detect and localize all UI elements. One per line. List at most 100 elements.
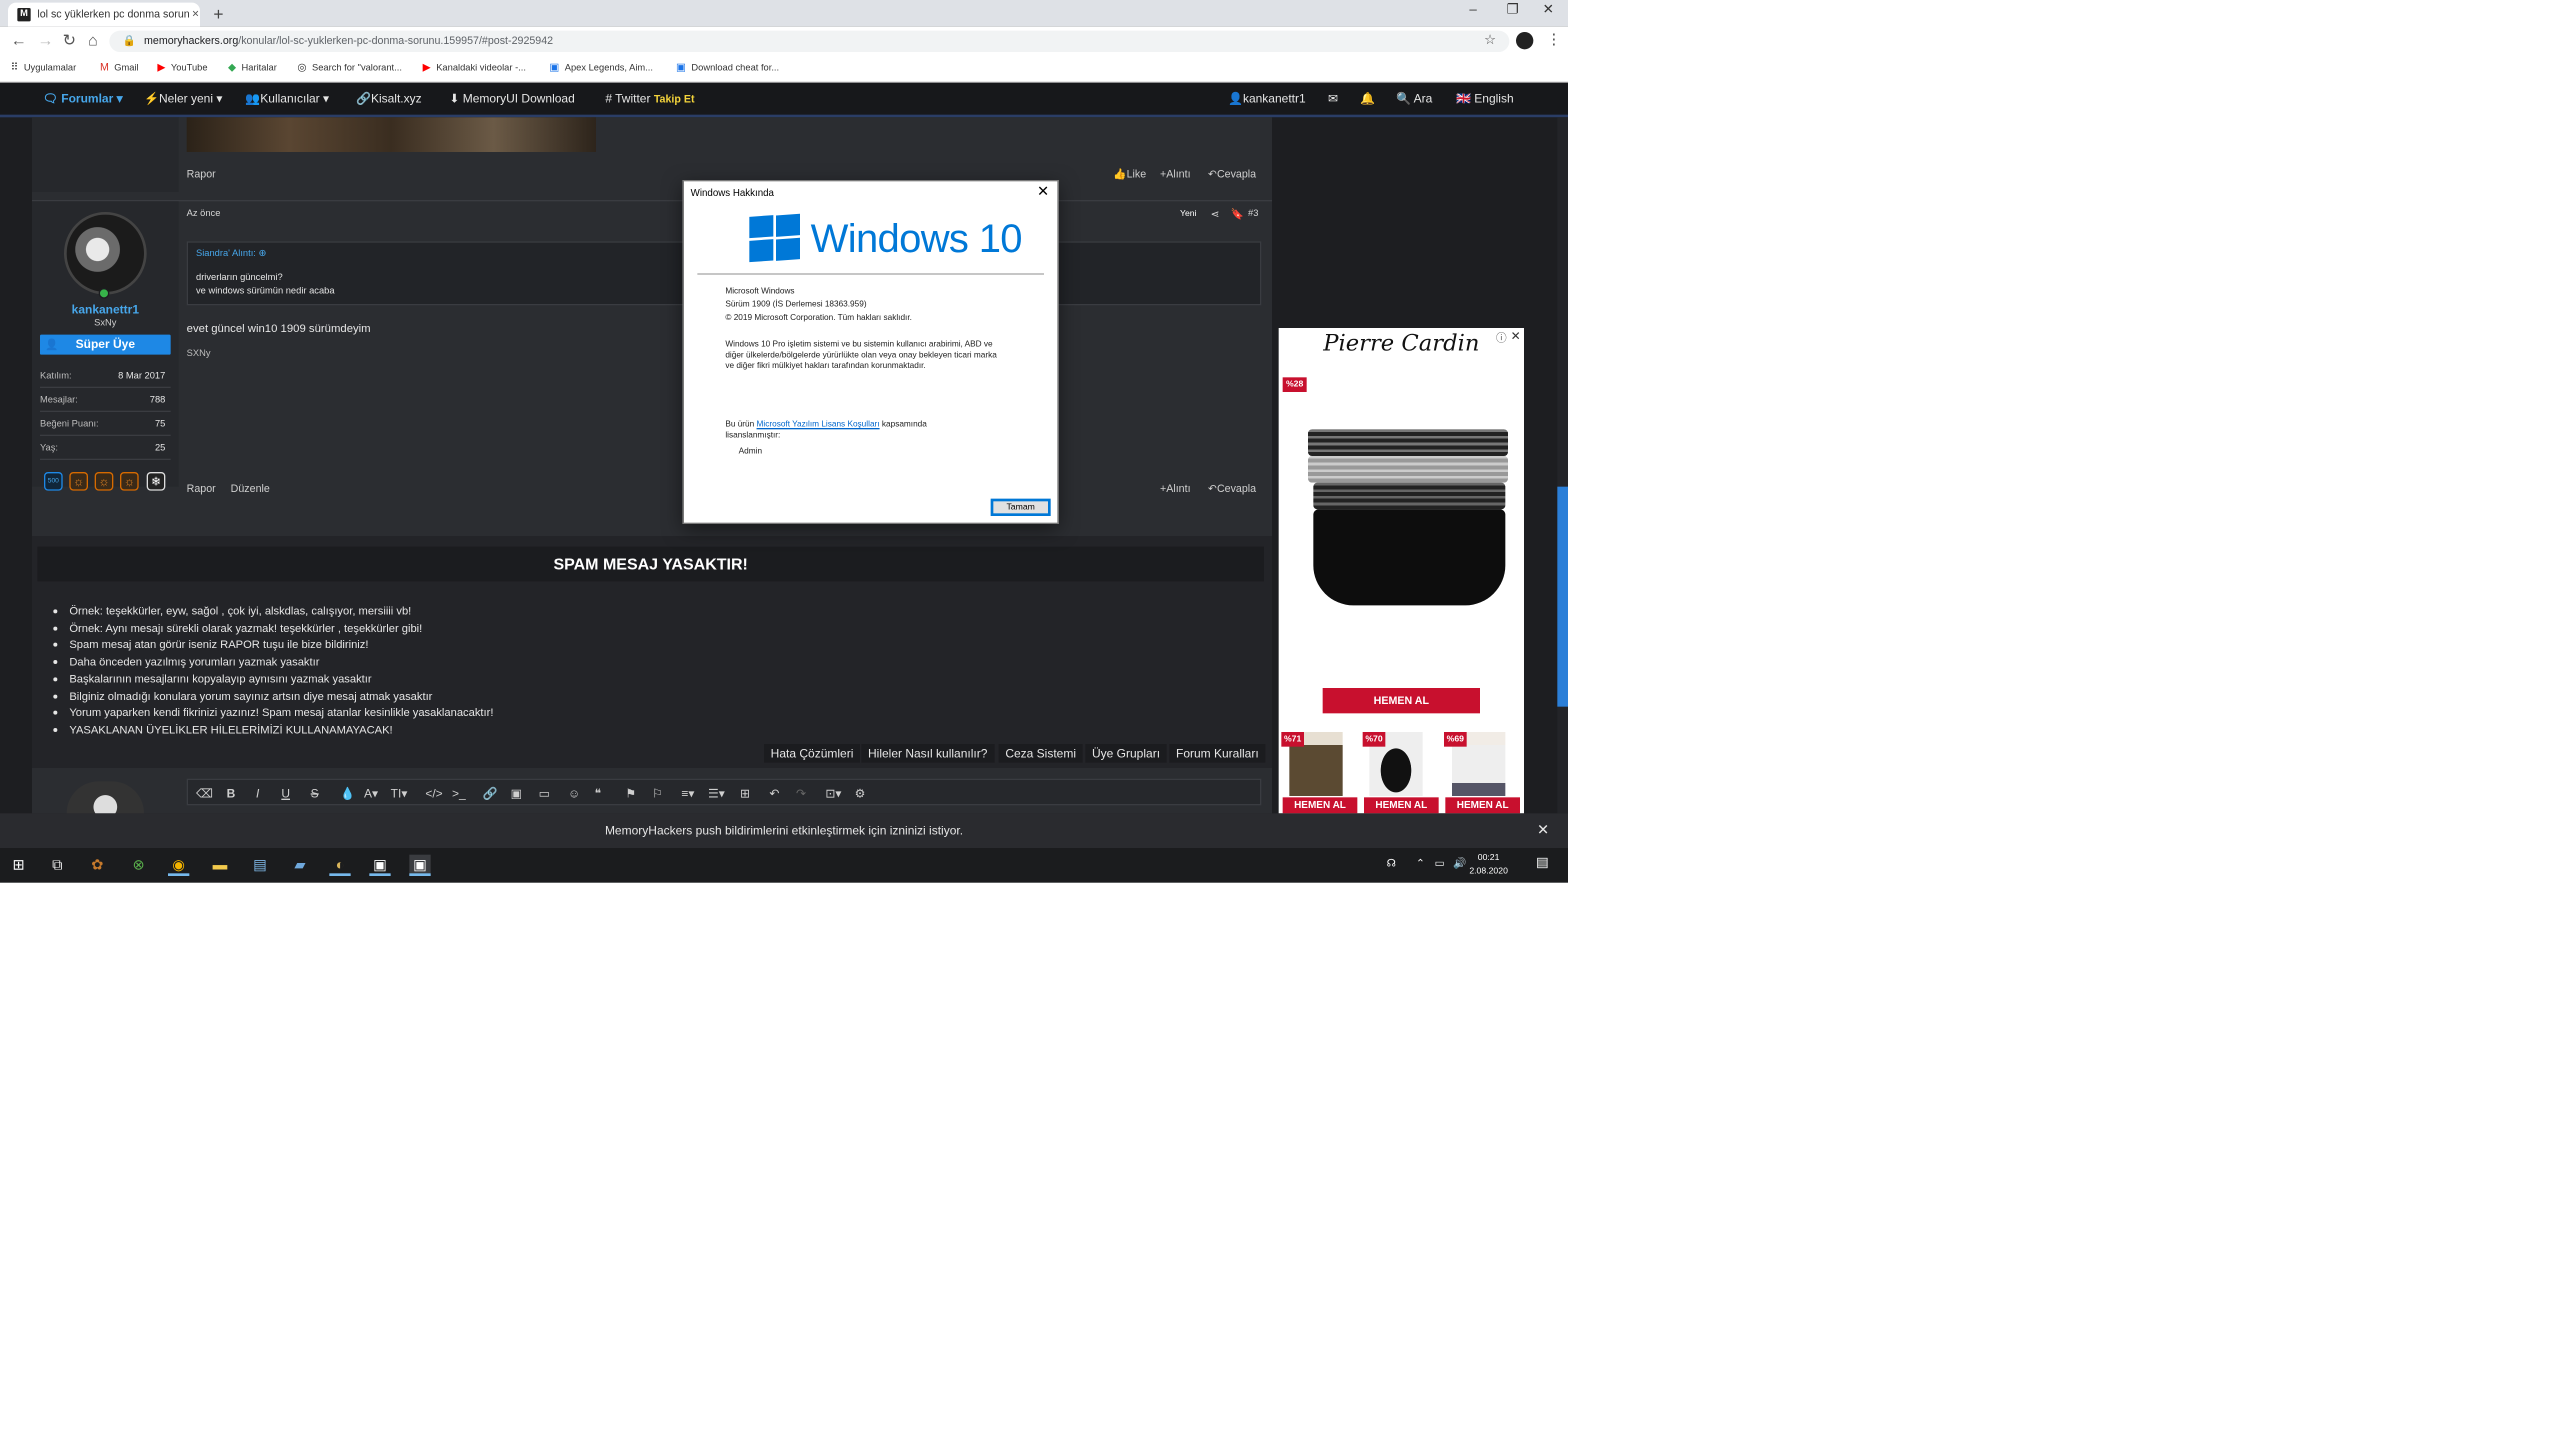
ok-button[interactable]: Tamam [990,498,1051,516]
window-close-button[interactable]: ✕ [1543,3,1554,18]
bookmark-item[interactable]: ▣ Apex Legends, Aim... [549,61,653,73]
file-explorer-icon[interactable]: ▬ [209,855,230,876]
settings-icon[interactable]: ⚙ [855,787,866,802]
menu-dots-icon[interactable]: ⋮ [1547,31,1562,48]
new-tab-button[interactable]: + [213,4,223,24]
video-icon[interactable]: ▭ [539,787,550,802]
ad-info-icon[interactable]: ⓘ [1496,331,1507,346]
bookmark-icon[interactable]: 🔖 [1231,208,1244,220]
volume-icon[interactable]: 🔊 [1453,857,1466,869]
font-icon[interactable]: A▾ [364,787,378,802]
address-bar[interactable]: 🔒 memoryhackers.org/konular/lol-sc-yukle… [109,30,1510,52]
reply-button[interactable]: ↶Cevapla [1208,168,1256,180]
align-icon[interactable]: ≡▾ [681,787,694,802]
reload-icon[interactable]: ↻ [63,31,76,50]
window-app-icon[interactable]: ▣ [369,855,391,876]
bell-icon[interactable]: 🔔 [1360,92,1375,107]
minimize-button[interactable]: – [1469,3,1476,18]
link-how-to-use[interactable]: Hileler Nasıl kullanılır? [861,744,995,763]
quote-author[interactable]: Siandra' Alıntı: ⊕ [196,248,266,258]
table-icon[interactable]: ⊞ [740,787,750,802]
report-link[interactable]: Rapor [187,168,216,180]
quote-icon[interactable]: ❝ [595,787,601,802]
quote-button[interactable]: +Alıntı [1160,168,1191,180]
avatar[interactable] [64,212,147,295]
nav-twitter[interactable]: # Twitter Takip Et [605,92,694,105]
nav-memoryui[interactable]: ⬇ MemoryUI Download [449,92,574,107]
bookmark-item[interactable]: ▶ YouTube [157,61,207,73]
trophy-snowflake-icon[interactable]: ❄ [146,472,166,491]
trophy-sun-icon[interactable]: ☼ [94,472,114,491]
bookmark-star-icon[interactable]: ☆ [1484,33,1496,48]
link-error-solutions[interactable]: Hata Çözümleri [764,744,861,763]
nav-language[interactable]: 🇬🇧 English [1456,92,1514,107]
page-scrollbar[interactable] [1557,117,1568,814]
nav-whats-new[interactable]: ⚡Neler yeni ▾ [144,92,222,107]
eraser-icon[interactable]: ⌫ [196,787,213,802]
nav-members[interactable]: 👥Kullanıcılar ▾ [245,92,329,107]
flag-icon[interactable]: ⚑ [625,787,636,802]
color-icon[interactable]: 💧 [340,787,355,802]
app-pinned-icon[interactable]: ▤ [249,855,270,876]
ad-close-icon[interactable]: ✕ [1511,329,1521,344]
list-icon[interactable]: ☰▾ [708,787,725,802]
app-pinned-icon[interactable]: ▰ [289,855,310,876]
start-windows-icon[interactable]: ⊞ [8,855,29,876]
app-pinned-icon[interactable]: ✿ [87,855,108,876]
bookmark-item[interactable]: ◎ Search for "valorant... [297,61,402,73]
nav-forums[interactable]: 🗨 Forumlar ▾ [43,92,123,107]
notification-center-icon[interactable]: ▤ [1536,856,1549,871]
quote-button[interactable]: +Alıntı [1160,483,1191,495]
edit-link[interactable]: Düzenle [231,483,270,495]
advertisement[interactable]: Pierre Cardin ⓘ ✕ %28 HEMEN AL %71 %70 %… [1278,328,1524,814]
emoji-icon[interactable]: ☺ [568,787,580,800]
task-view-icon[interactable]: ⧉ [47,855,68,876]
chevron-up-icon[interactable]: ⌃ [1416,857,1425,869]
license-terms-link[interactable]: Microsoft Yazılım Lisans Koşulları [757,420,880,429]
code-icon[interactable]: </> [425,787,442,800]
forward-arrow-icon[interactable]: → [37,31,53,50]
post-time[interactable]: Az önce [187,209,221,218]
flag2-icon[interactable]: ⚐ [652,787,663,802]
strike-icon[interactable]: S [311,787,319,800]
people-icon[interactable]: ☊ [1387,857,1396,869]
link-user-groups[interactable]: Üye Grupları [1085,744,1167,763]
underline-icon[interactable]: U [281,787,290,800]
buy-now-button[interactable]: HEMEN AL [1364,797,1439,814]
image-icon[interactable]: ▣ [511,787,522,802]
more-icon[interactable]: ⊡▾ [825,787,841,802]
post-number[interactable]: #3 [1248,209,1258,218]
link-forum-rules[interactable]: Forum Kuralları [1169,744,1266,763]
back-arrow-icon[interactable]: ← [11,31,27,50]
xbox-icon[interactable]: ⊗ [128,855,149,876]
size-icon[interactable]: TI▾ [391,787,408,802]
profile-avatar[interactable] [1516,32,1534,50]
league-client-icon[interactable]: ◐ [329,855,351,876]
bookmark-item[interactable]: ▣ Download cheat for... [676,61,779,73]
nav-kisalt[interactable]: 🔗Kisalt.xyz [356,92,422,107]
nav-search[interactable]: 🔍 Ara [1396,92,1432,107]
chrome-icon[interactable]: ◉ [168,855,190,876]
browser-tab[interactable]: M lol sc yüklerken pc donma sorun × [8,2,200,27]
network-icon[interactable]: ▭ [1435,857,1445,869]
trophy-500-icon[interactable]: 500 [44,472,63,491]
trophy-sun-icon[interactable]: ☼ [120,472,139,491]
page-scrollbar-thumb[interactable] [1557,486,1568,707]
bookmark-item[interactable]: ▶ Kanaldaki videolar -... [423,61,526,73]
link-icon[interactable]: 🔗 [483,787,498,802]
nav-user[interactable]: 👤kankanettr1 [1228,92,1306,107]
buy-now-button[interactable]: HEMEN AL [1282,797,1358,814]
restore-button[interactable]: ❐ [1507,3,1519,18]
window-app-icon[interactable]: ▣ [409,854,431,876]
undo-icon[interactable]: ↶ [769,787,779,802]
link-penalty-system[interactable]: Ceza Sistemi [998,744,1083,763]
home-icon[interactable]: ⌂ [88,31,98,50]
like-button[interactable]: 👍Like [1113,168,1146,180]
reply-button[interactable]: ↶Cevapla [1208,483,1256,495]
dialog-close-button[interactable]: ✕ [1037,183,1049,200]
username[interactable]: kankanettr1 [32,303,179,316]
bookmark-item[interactable]: ◆ Haritalar [228,61,277,73]
redo-icon[interactable]: ↷ [796,787,806,802]
buy-now-button[interactable]: HEMEN AL [1445,797,1520,814]
buy-now-button[interactable]: HEMEN AL [1322,688,1480,714]
